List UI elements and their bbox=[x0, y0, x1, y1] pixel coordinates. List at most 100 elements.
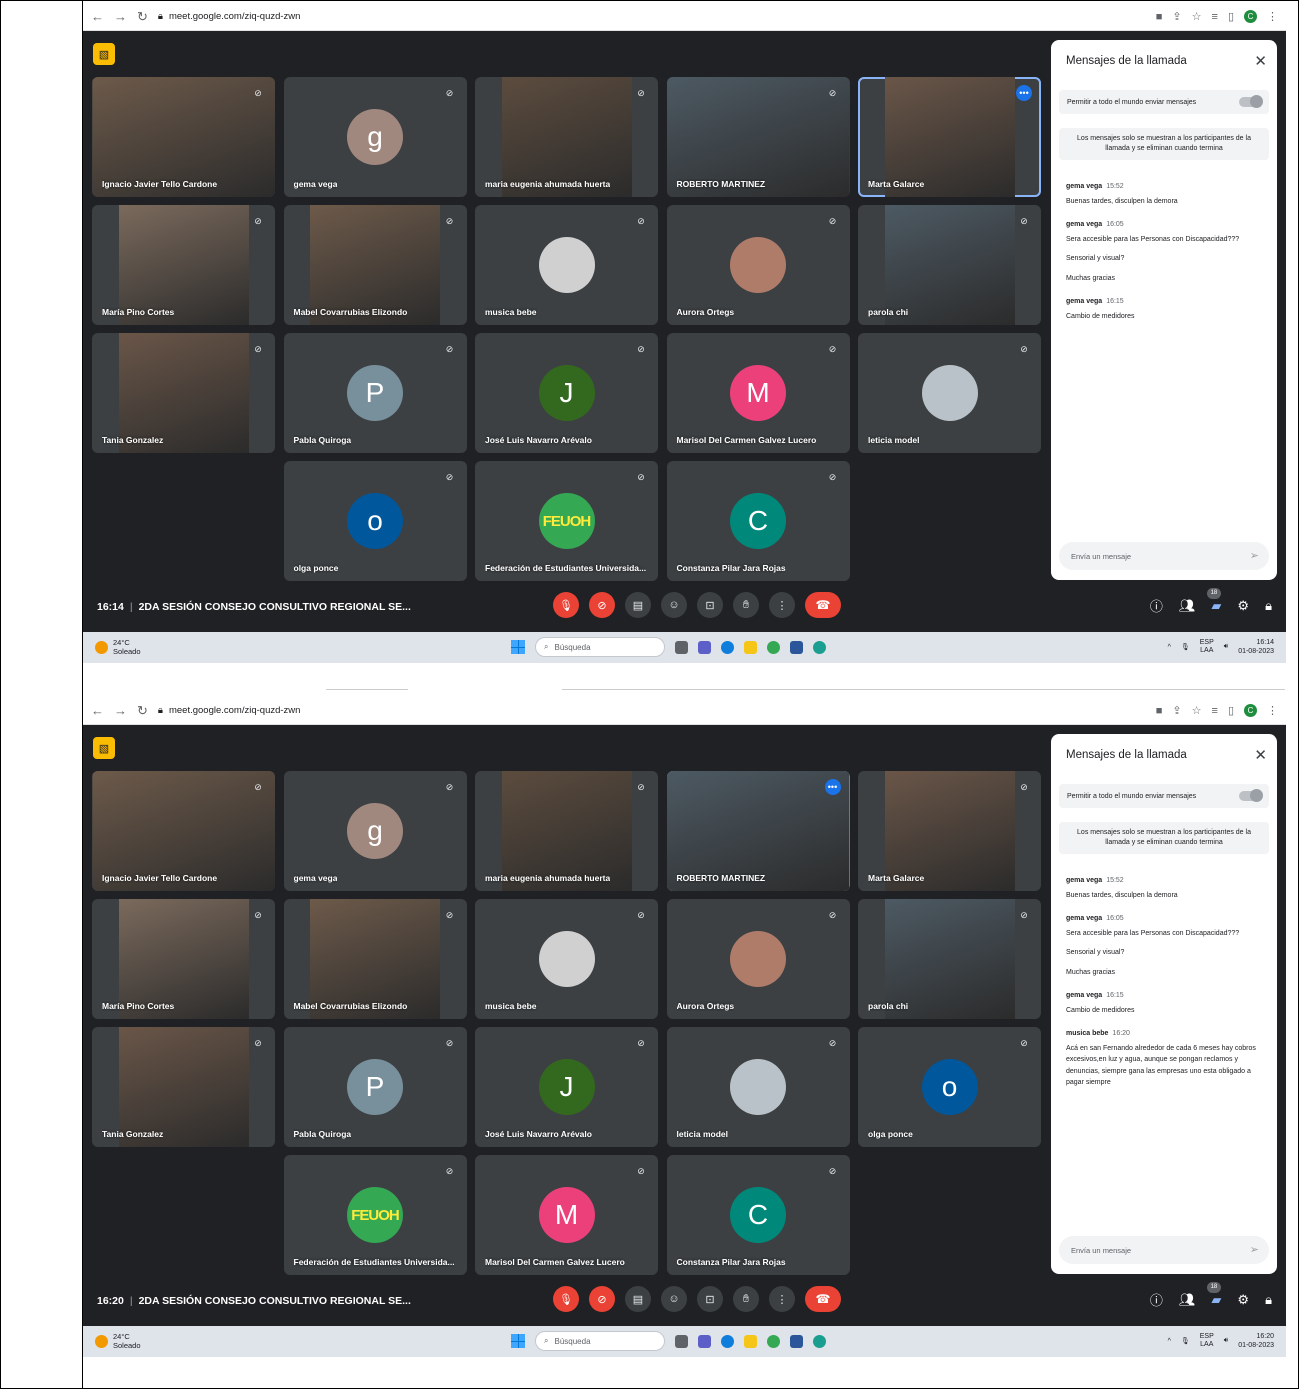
participant-tile[interactable]: M ⊘ Marisol Del Carmen Galvez Lucero bbox=[475, 1155, 658, 1275]
participant-tile[interactable]: ⊘ maria eugenia ahumada huerta bbox=[475, 771, 658, 891]
language-indicator[interactable]: ESP LAA bbox=[1200, 1333, 1214, 1349]
leave-call-button[interactable]: ☎︎ bbox=[805, 592, 841, 618]
participant-tile[interactable]: ⊘ Ignacio Javier Tello Cardone bbox=[92, 771, 275, 891]
raise-hand-button[interactable]: ✋︎ bbox=[733, 592, 759, 618]
participant-tile[interactable]: ⊘ Tania Gonzalez bbox=[92, 333, 275, 453]
app-icon[interactable] bbox=[813, 1334, 826, 1348]
emoji-button[interactable]: ☺ bbox=[661, 592, 687, 618]
host-controls-icon[interactable]: 🔒︎ bbox=[1265, 1292, 1272, 1308]
close-icon[interactable]: ✕ bbox=[1254, 52, 1267, 70]
back-icon[interactable]: ← bbox=[91, 9, 104, 24]
captions-button[interactable]: ▤ bbox=[625, 1286, 651, 1312]
chrome-icon[interactable] bbox=[767, 1334, 780, 1348]
chat-icon[interactable]: ▰ bbox=[1211, 598, 1221, 614]
participant-tile[interactable]: ⊘ ROBERTO MARTINEZ bbox=[666, 77, 850, 197]
participant-tile[interactable]: ⊘ Marta Galarce bbox=[858, 771, 1041, 891]
share-icon[interactable]: ⇪ bbox=[1172, 10, 1181, 23]
mic-icon[interactable]: 🎙︎ bbox=[1181, 643, 1190, 651]
camera-indicator-icon[interactable]: ■ bbox=[1156, 705, 1163, 717]
media-control-icon[interactable]: ≡ bbox=[1212, 705, 1218, 717]
volume-icon[interactable]: 🔊︎ bbox=[1224, 643, 1228, 651]
info-icon[interactable]: ⓘ bbox=[1150, 1290, 1163, 1309]
participant-tile[interactable]: ⊘ Aurora Ortegs bbox=[666, 205, 850, 325]
participant-tile[interactable]: P ⊘ Pabla Quiroga bbox=[283, 1027, 467, 1147]
word-icon[interactable] bbox=[790, 1334, 803, 1348]
participant-tile[interactable]: J ⊘ José Luis Navarro Arévalo bbox=[475, 333, 658, 453]
word-icon[interactable] bbox=[790, 640, 803, 654]
participant-tile[interactable]: ⊘ Ignacio Javier Tello Cardone bbox=[92, 77, 275, 197]
address-bar[interactable]: 🔒︎ meet.google.com/ziq-quzd-zwn bbox=[158, 11, 301, 22]
camera-off-button[interactable]: ⊘ bbox=[589, 1286, 615, 1312]
windows-start-icon[interactable] bbox=[511, 640, 525, 654]
participant-tile[interactable]: J ⊘ José Luis Navarro Arévalo bbox=[475, 1027, 658, 1147]
participant-tile[interactable]: ⊘ parola chi bbox=[858, 205, 1041, 325]
reload-icon[interactable]: ↻ bbox=[137, 703, 148, 719]
present-button[interactable]: ⊡ bbox=[697, 592, 723, 618]
language-indicator[interactable]: ESP LAA bbox=[1200, 639, 1214, 655]
task-view-icon[interactable] bbox=[675, 1334, 688, 1348]
camera-off-icon[interactable]: ▧ bbox=[93, 43, 115, 65]
bookmark-star-icon[interactable]: ☆ bbox=[1192, 704, 1202, 717]
toggle-switch[interactable] bbox=[1239, 95, 1263, 108]
file-explorer-icon[interactable] bbox=[744, 640, 757, 654]
participant-tile[interactable]: ⊘ maria eugenia ahumada huerta bbox=[475, 77, 658, 197]
side-panel-icon[interactable]: ▯ bbox=[1228, 704, 1234, 717]
mic-off-button[interactable]: 🎙︎ bbox=[553, 1286, 579, 1312]
side-panel-icon[interactable]: ▯ bbox=[1228, 10, 1234, 23]
taskbar-search[interactable]: ⌕ Búsqueda bbox=[535, 1331, 665, 1351]
chat-icon[interactable]: ▰ bbox=[1211, 1292, 1221, 1308]
bookmark-star-icon[interactable]: ☆ bbox=[1192, 10, 1202, 23]
file-explorer-icon[interactable] bbox=[744, 1334, 757, 1348]
participant-tile[interactable]: ⊘ Mabel Covarrubias Elizondo bbox=[283, 899, 467, 1019]
participant-tile[interactable]: o ⊘ olga ponce bbox=[858, 1027, 1041, 1147]
edge-icon[interactable] bbox=[721, 640, 734, 654]
participant-tile[interactable]: M ⊘ Marisol Del Carmen Galvez Lucero bbox=[666, 333, 850, 453]
allow-messages-toggle[interactable]: Permitir a todo el mundo enviar mensajes bbox=[1059, 784, 1269, 808]
emoji-button[interactable]: ☺ bbox=[661, 1286, 687, 1312]
participant-tile[interactable]: ⊘ musica bebe bbox=[475, 899, 658, 1019]
participant-tile[interactable]: P ⊘ Pabla Quiroga bbox=[283, 333, 467, 453]
share-icon[interactable]: ⇪ bbox=[1172, 704, 1181, 717]
participant-tile[interactable]: ⊘ leticia model bbox=[666, 1027, 850, 1147]
mic-off-button[interactable]: 🎙︎ bbox=[553, 592, 579, 618]
windows-start-icon[interactable] bbox=[511, 1334, 525, 1348]
chevron-up-icon[interactable]: ^ bbox=[1168, 644, 1171, 651]
clock-date[interactable]: 16:14 01-08-2023 bbox=[1238, 638, 1274, 656]
chrome-menu-icon[interactable]: ⋮ bbox=[1267, 10, 1278, 23]
taskbar-search[interactable]: ⌕ Búsqueda bbox=[535, 637, 665, 657]
leave-call-button[interactable]: ☎︎ bbox=[805, 1286, 841, 1312]
people-icon[interactable]: 👥︎ 18 bbox=[1179, 587, 1221, 614]
participant-tile[interactable]: o ⊘ olga ponce bbox=[283, 461, 467, 581]
participant-tile[interactable]: g ⊘ gema vega bbox=[283, 771, 467, 891]
participant-tile[interactable]: ⊘ María Pino Cortes bbox=[92, 205, 275, 325]
people-icon[interactable]: 👥︎ 18 bbox=[1179, 1281, 1221, 1308]
mic-icon[interactable]: 🎙︎ bbox=[1181, 1337, 1190, 1345]
chat-input[interactable]: Envía un mensaje ➢ bbox=[1059, 542, 1269, 570]
clock-date[interactable]: 16:20 01-08-2023 bbox=[1238, 1332, 1274, 1350]
toggle-switch[interactable] bbox=[1239, 789, 1263, 802]
weather-widget[interactable]: 24°C Soleado bbox=[95, 638, 141, 656]
app-icon[interactable] bbox=[813, 640, 826, 654]
participant-tile[interactable]: ⊘ Mabel Covarrubias Elizondo bbox=[283, 205, 467, 325]
info-icon[interactable]: ⓘ bbox=[1150, 596, 1163, 615]
teams-icon[interactable] bbox=[698, 640, 711, 654]
participant-tile[interactable]: ⊘ leticia model bbox=[858, 333, 1041, 453]
volume-icon[interactable]: 🔊︎ bbox=[1224, 1337, 1228, 1345]
participant-tile[interactable]: C ⊘ Constanza Pilar Jara Rojas bbox=[666, 461, 850, 581]
chevron-up-icon[interactable]: ^ bbox=[1168, 1338, 1171, 1345]
chat-input[interactable]: Envía un mensaje ➢ bbox=[1059, 1236, 1269, 1264]
participant-tile[interactable]: FEUOH ⊘ Federación de Estudiantes Universi… bbox=[475, 461, 658, 581]
chrome-menu-icon[interactable]: ⋮ bbox=[1267, 704, 1278, 717]
participant-tile[interactable]: g ⊘ gema vega bbox=[283, 77, 467, 197]
participant-tile[interactable]: ⊘ parola chi bbox=[858, 899, 1041, 1019]
participant-tile[interactable]: ⊘ María Pino Cortes bbox=[92, 899, 275, 1019]
send-icon[interactable]: ➢ bbox=[1250, 1243, 1259, 1256]
reload-icon[interactable]: ↻ bbox=[137, 9, 148, 25]
participant-tile[interactable]: ⊘ Tania Gonzalez bbox=[92, 1027, 275, 1147]
chrome-icon[interactable] bbox=[767, 640, 780, 654]
send-icon[interactable]: ➢ bbox=[1250, 549, 1259, 562]
participant-tile[interactable]: C ⊘ Constanza Pilar Jara Rojas bbox=[666, 1155, 850, 1275]
camera-off-button[interactable]: ⊘ bbox=[589, 592, 615, 618]
camera-indicator-icon[interactable]: ■ bbox=[1156, 11, 1163, 23]
participant-tile[interactable]: ⊘ musica bebe bbox=[475, 205, 658, 325]
